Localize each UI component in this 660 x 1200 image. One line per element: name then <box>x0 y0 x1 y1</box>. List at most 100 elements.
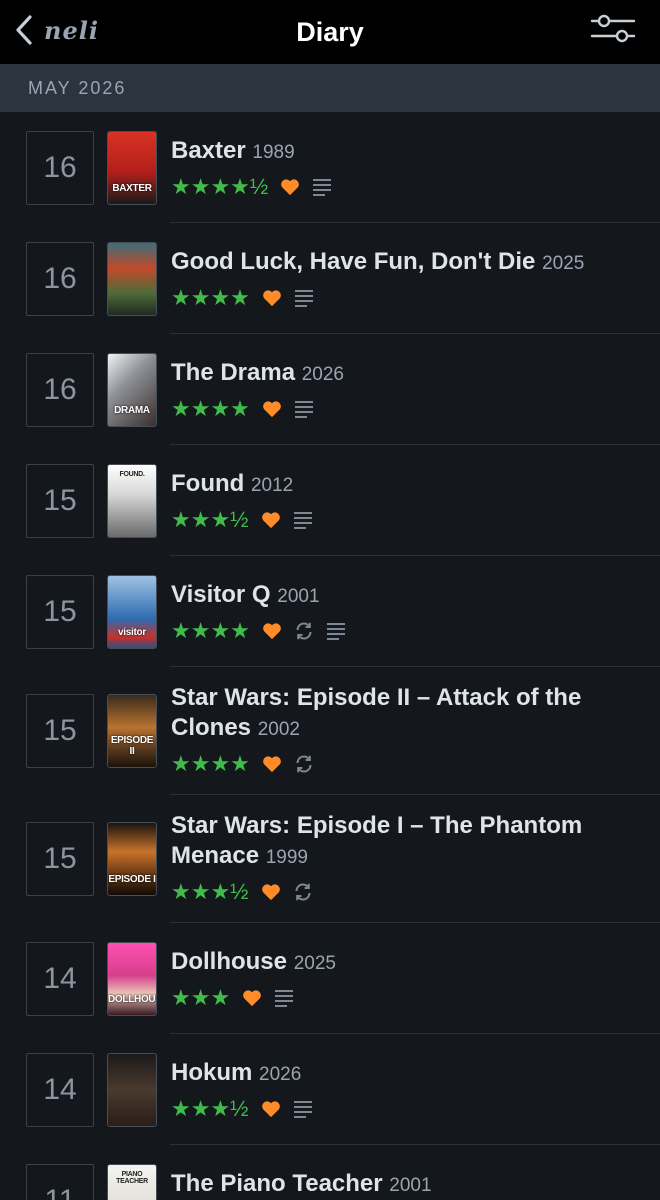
poster-text: PIANO TEACHER <box>116 1170 148 1185</box>
diary-entry[interactable]: 15 EPISODE II Star Wars: Episode II – Atta… <box>0 667 660 795</box>
entry-meta: ★★★★ <box>171 285 640 311</box>
heart-icon <box>262 622 282 640</box>
film-poster[interactable]: EPISODE II <box>107 694 157 768</box>
month-label: MAY 2026 <box>28 77 127 98</box>
star-rating: ★★★½ <box>171 879 249 904</box>
entry-meta: ★★★½ <box>171 1096 640 1122</box>
entry-day: 14 <box>26 941 94 1016</box>
film-name: Hokum <box>171 1059 253 1086</box>
star-rating: ★★★ <box>171 985 231 1010</box>
filter-button[interactable] <box>590 12 636 46</box>
heart-icon <box>280 178 300 196</box>
diary-entry[interactable]: 11 PIANO TEACHER The Piano Teacher 2001 <box>0 1145 660 1200</box>
film-title[interactable]: The Drama 2026 <box>171 358 640 390</box>
star-rating: ★★★★ <box>171 618 250 643</box>
entry-meta: ★★★ <box>171 985 640 1011</box>
review-lines-icon[interactable] <box>312 178 332 196</box>
diary-entry[interactable]: 16 Good Luck, Have Fun, Don't Die 2025 ★★★… <box>0 223 660 334</box>
film-poster[interactable] <box>107 241 157 316</box>
back-button[interactable]: neli <box>14 12 99 48</box>
diary-entry[interactable]: 14 Hokum 2026 ★★★½ <box>0 1034 660 1145</box>
rewatch-icon <box>294 621 314 641</box>
film-year: 2001 <box>277 586 320 607</box>
heart-icon <box>261 1100 281 1118</box>
film-poster[interactable]: EPISODE I <box>107 822 157 896</box>
film-poster[interactable]: DRAMA <box>107 352 157 427</box>
film-name: The Drama <box>171 359 296 386</box>
review-lines-icon[interactable] <box>294 400 314 418</box>
film-name: Visitor Q <box>171 581 271 608</box>
diary-entry[interactable]: 16 BAXTER Baxter 1989 ★★★★½ <box>0 112 660 223</box>
heart-icon <box>261 883 281 901</box>
film-poster[interactable]: DOLLHOUSE <box>107 941 157 1016</box>
film-title[interactable]: Star Wars: Episode I – The Phantom Menac… <box>171 811 640 873</box>
heart-icon <box>262 289 282 307</box>
diary-entry[interactable]: 15 FOUND. Found 2012 ★★★½ <box>0 445 660 556</box>
film-name: Dollhouse <box>171 948 288 975</box>
star-rating: ★★★½ <box>171 507 249 532</box>
entry-meta: ★★★★ <box>171 751 640 777</box>
film-title[interactable]: The Piano Teacher 2001 <box>171 1169 640 1200</box>
film-poster[interactable] <box>107 1052 157 1127</box>
diary-entry[interactable]: 15 EPISODE I Star Wars: Episode I – The Ph… <box>0 795 660 923</box>
heart-icon <box>262 755 282 773</box>
entry-meta: ★★★½ <box>171 879 640 905</box>
entry-info: Hokum 2026 ★★★½ <box>171 1058 640 1122</box>
entry-day: 15 <box>26 822 94 896</box>
poster-text: visitor <box>118 626 146 638</box>
film-name: The Piano Teacher <box>171 1170 383 1197</box>
entry-day: 16 <box>26 130 94 205</box>
rewatch-icon <box>294 754 314 774</box>
film-poster[interactable]: PIANO TEACHER <box>107 1163 157 1200</box>
film-title[interactable]: Dollhouse 2025 <box>171 947 640 979</box>
entry-meta: ★★★★½ <box>171 174 640 200</box>
month-section-header: MAY 2026 <box>0 64 660 112</box>
rewatch-icon <box>293 882 313 902</box>
film-name: Found <box>171 470 245 497</box>
poster-text: EPISODE I <box>108 874 156 885</box>
review-lines-icon[interactable] <box>294 289 314 307</box>
film-year: 1999 <box>265 847 308 868</box>
film-title[interactable]: Star Wars: Episode II – Attack of the Cl… <box>171 683 640 745</box>
entry-info: The Drama 2026 ★★★★ <box>171 358 640 422</box>
film-title[interactable]: Found 2012 <box>171 469 640 501</box>
review-lines-icon[interactable] <box>274 989 294 1007</box>
film-title[interactable]: Hokum 2026 <box>171 1058 640 1090</box>
film-year: 1989 <box>252 142 295 163</box>
film-year: 2026 <box>259 1064 302 1085</box>
star-rating: ★★★½ <box>171 1096 249 1121</box>
entry-day: 15 <box>26 694 94 768</box>
entry-meta: ★★★★ <box>171 618 640 644</box>
top-bar: neli Diary <box>0 0 660 64</box>
diary-entry[interactable]: 16 DRAMA The Drama 2026 ★★★★ <box>0 334 660 445</box>
film-poster[interactable]: visitor <box>107 574 157 649</box>
film-year: 2025 <box>542 253 585 274</box>
film-name: Star Wars: Episode I – The Phantom Menac… <box>171 812 583 869</box>
film-year: 2001 <box>389 1175 432 1196</box>
entry-day: 11 <box>26 1163 94 1200</box>
film-poster[interactable]: FOUND. <box>107 463 157 538</box>
review-lines-icon[interactable] <box>326 622 346 640</box>
film-year: 2025 <box>293 953 336 974</box>
star-rating: ★★★★ <box>171 285 250 310</box>
film-poster[interactable]: BAXTER <box>107 130 157 205</box>
entry-info: Visitor Q 2001 ★★★★ <box>171 580 640 644</box>
entry-info: The Piano Teacher 2001 <box>171 1169 640 1200</box>
star-rating: ★★★★ <box>171 396 250 421</box>
star-rating: ★★★★ <box>171 751 250 776</box>
entry-day: 15 <box>26 574 94 649</box>
diary-entry[interactable]: 14 DOLLHOUSE Dollhouse 2025 ★★★ <box>0 923 660 1034</box>
film-title[interactable]: Baxter 1989 <box>171 136 640 168</box>
film-title[interactable]: Visitor Q 2001 <box>171 580 640 612</box>
film-title[interactable]: Good Luck, Have Fun, Don't Die 2025 <box>171 247 640 279</box>
diary-entry[interactable]: 15 visitor Visitor Q 2001 ★★★★ <box>0 556 660 667</box>
entry-day: 16 <box>26 241 94 316</box>
entry-meta: ★★★½ <box>171 507 640 533</box>
review-lines-icon[interactable] <box>293 1100 313 1118</box>
review-lines-icon[interactable] <box>293 511 313 529</box>
film-name: Good Luck, Have Fun, Don't Die <box>171 248 536 275</box>
film-year: 2026 <box>301 364 344 385</box>
heart-icon <box>261 511 281 529</box>
entry-meta: ★★★★ <box>171 396 640 422</box>
film-name: Star Wars: Episode II – Attack of the Cl… <box>171 684 582 741</box>
